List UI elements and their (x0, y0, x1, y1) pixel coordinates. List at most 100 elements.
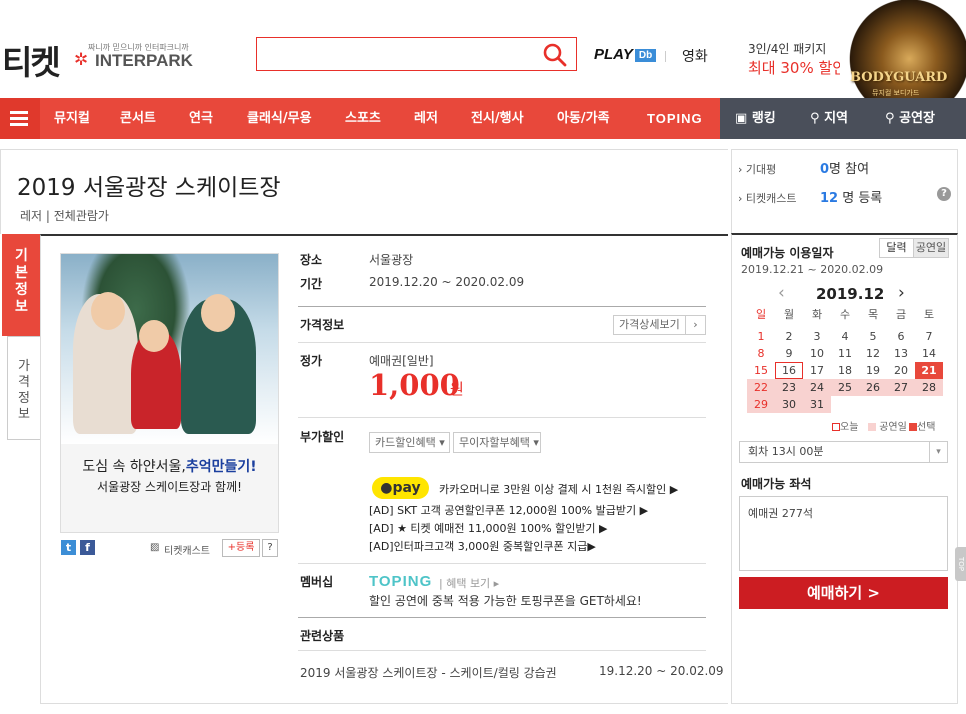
hamburger-menu-icon[interactable] (0, 98, 40, 139)
membership-label: 멤버십 (300, 575, 334, 589)
nav-item-kids[interactable]: 아동/가족 (557, 98, 610, 139)
chevron-right-icon: › (685, 316, 705, 334)
tab-basic-info[interactable]: 기본정보 (2, 234, 41, 336)
nav-ranking[interactable]: ▣ 랭킹 (735, 98, 776, 139)
interpark-logo[interactable]: INTERPARK (95, 51, 193, 71)
interest-free-dropdown[interactable]: 무이자할부혜택 ▾ (453, 432, 541, 453)
ticketcast-stat-label[interactable]: › 티켓캐스트 (738, 190, 797, 206)
nav-region[interactable]: ⚲ 지역 (810, 98, 848, 139)
kakao-pay-badge: ●pay (372, 477, 429, 499)
price-detail-button[interactable]: 가격상세보기 › (613, 315, 706, 335)
calendar-day[interactable]: 24 (803, 379, 831, 396)
calendar-day: 2 (785, 330, 793, 343)
twitter-icon[interactable]: t (61, 540, 76, 555)
poster-image (61, 254, 278, 444)
search-icon[interactable] (542, 42, 568, 68)
chevron-left-icon[interactable]: ‹ (778, 283, 785, 303)
expect-count: 0명 참여 (820, 158, 869, 177)
scroll-top-button[interactable]: TOP (955, 547, 966, 581)
nav-ranking-label: 랭킹 (751, 111, 776, 126)
calendar-weekday: 월 (783, 308, 795, 321)
fixed-price-label: 정가 (300, 354, 323, 368)
calendar-day[interactable]: 28 (915, 379, 943, 396)
calendar-day: 12 (866, 347, 880, 360)
legend-today-label: 오늘 (840, 422, 859, 433)
promo-line-2[interactable]: 최대 30% 할인 (748, 57, 846, 78)
nav-item-leisure[interactable]: 레저 (414, 98, 438, 139)
calendar-day[interactable]: 31 (803, 396, 831, 413)
session-select[interactable]: 회차 13시 00분 ▾ (739, 441, 948, 463)
nav-item-sports[interactable]: 스포츠 (345, 98, 381, 139)
caret-down-icon: ▾ (439, 436, 445, 449)
benefit-link[interactable]: | 혜택 보기 ▸ (439, 575, 499, 591)
toggle-perf-day[interactable]: 공연일 (913, 238, 949, 258)
play-label: PLAY (594, 46, 633, 63)
book-button[interactable]: 예매하기 > (739, 577, 948, 609)
nav-item-play[interactable]: 연극 (189, 98, 213, 139)
legend-perf-label: 공연일 (879, 422, 907, 433)
tab-price-info[interactable]: 가격정보 (7, 336, 41, 440)
period-value: 2019.12.20 ~ 2020.02.09 (369, 275, 525, 289)
venue-value[interactable]: 서울광장 (369, 251, 413, 268)
calendar-day[interactable]: 25 (831, 379, 859, 396)
nav-venue[interactable]: ⚲ 공연장 (885, 98, 935, 139)
calendar-day: 9 (785, 347, 793, 360)
main-nav: 뮤지컬 콘서트 연극 클래식/무용 스포츠 레저 전시/행사 아동/가족 TOP… (0, 98, 966, 139)
poster-headline: 도심 속 하얀서울,추억만들기! (61, 456, 278, 476)
toggle-calendar[interactable]: 달력 (879, 238, 914, 258)
calendar-weekday: 수 (839, 308, 851, 321)
ad-line-ticket[interactable]: [AD] ★ 티켓 예매전 11,000원 100% 할인받기 ▶ (369, 520, 608, 536)
price-value: 1,000 (369, 368, 460, 402)
legend-perf: 공연일 (868, 418, 907, 433)
calendar-day[interactable]: 23 (775, 379, 803, 396)
price-unit: 원 (450, 380, 464, 398)
ad-line-interpark[interactable]: [AD]인터파크고객 3,000원 중복할인쿠폰 지급▶ (369, 538, 596, 554)
calendar-day: 15 (754, 364, 768, 377)
search-input[interactable] (263, 39, 543, 69)
help-icon[interactable]: ? (937, 187, 951, 201)
calendar-day: 4 (841, 330, 849, 343)
card-discount-dropdown[interactable]: 카드할인혜택 ▾ (369, 432, 450, 453)
site-header: 티켓 짜니까 믿으니까 인터파크니까 ✲ INTERPARK PLAY Db 영화… (0, 0, 966, 98)
facebook-icon[interactable]: f (80, 540, 95, 555)
ticketcast-register-button[interactable]: +등록 (222, 539, 260, 557)
nav-item-concert[interactable]: 콘서트 (120, 98, 156, 139)
calendar-weekday: 일 (755, 308, 767, 321)
ranking-icon: ▣ (735, 111, 748, 126)
discount-label: 부가할인 (300, 430, 345, 444)
ticketcast-icon: ▨ (150, 542, 160, 553)
caret-down-icon: ▾ (929, 442, 947, 462)
cast-num: 12 (820, 191, 839, 206)
ad-line-skt[interactable]: [AD] SKT 고객 공연할인쿠폰 12,000원 100% 발급받기 ▶ (369, 502, 648, 518)
toping-logo: TOPING (369, 573, 433, 590)
calendar-day[interactable]: 30 (775, 396, 803, 413)
movie-link[interactable]: 영화 (682, 46, 708, 66)
nav-item-musical[interactable]: 뮤지컬 (54, 98, 90, 139)
calendar-month: 2019.12 (816, 285, 885, 303)
calendar-day[interactable]: 27 (887, 379, 915, 396)
chevron-right-icon[interactable]: › (898, 283, 905, 303)
expect-label[interactable]: › 기대평 (738, 161, 776, 177)
poster-caption: 서울광장 스케이트장과 함께! (97, 480, 242, 494)
calendar-day[interactable]: 26 (859, 379, 887, 396)
kakao-pay-promo[interactable]: 카카오머니로 3만원 이상 결제 시 1천원 즉시할인 ▶ (439, 481, 678, 497)
nav-item-exhibition[interactable]: 전시/행사 (471, 98, 524, 139)
ticket-logo[interactable]: 티켓 (2, 36, 61, 84)
calendar-weekday: 화 (811, 308, 823, 321)
kakao-pay-label: pay (392, 480, 421, 496)
calendar-day[interactable]: 22 (747, 379, 775, 396)
ticketcast-help-button[interactable]: ? (262, 539, 278, 557)
promo-line-1[interactable]: 3인/4인 패키지 (748, 40, 826, 57)
pin-icon: ⚲ (810, 111, 820, 126)
legend-today: 오늘 (832, 418, 858, 433)
calendar-day[interactable]: 29 (747, 396, 775, 413)
benefit-link-label: 혜택 보기 (446, 577, 491, 590)
nav-item-classic[interactable]: 클래식/무용 (247, 98, 312, 139)
calendar-day: 13 (894, 347, 908, 360)
calendar-day: 3 (813, 330, 821, 343)
related-product-name[interactable]: 2019 서울광장 스케이트장 - 스케이트/컬링 강습권 (300, 664, 557, 681)
related-product-date: 19.12.20 ~ 20.02.09 (599, 664, 724, 678)
nav-item-toping[interactable]: TOPING (647, 98, 703, 139)
play-db-link[interactable]: PLAY Db (594, 46, 657, 63)
calendar-day[interactable]: 21 (915, 362, 943, 379)
